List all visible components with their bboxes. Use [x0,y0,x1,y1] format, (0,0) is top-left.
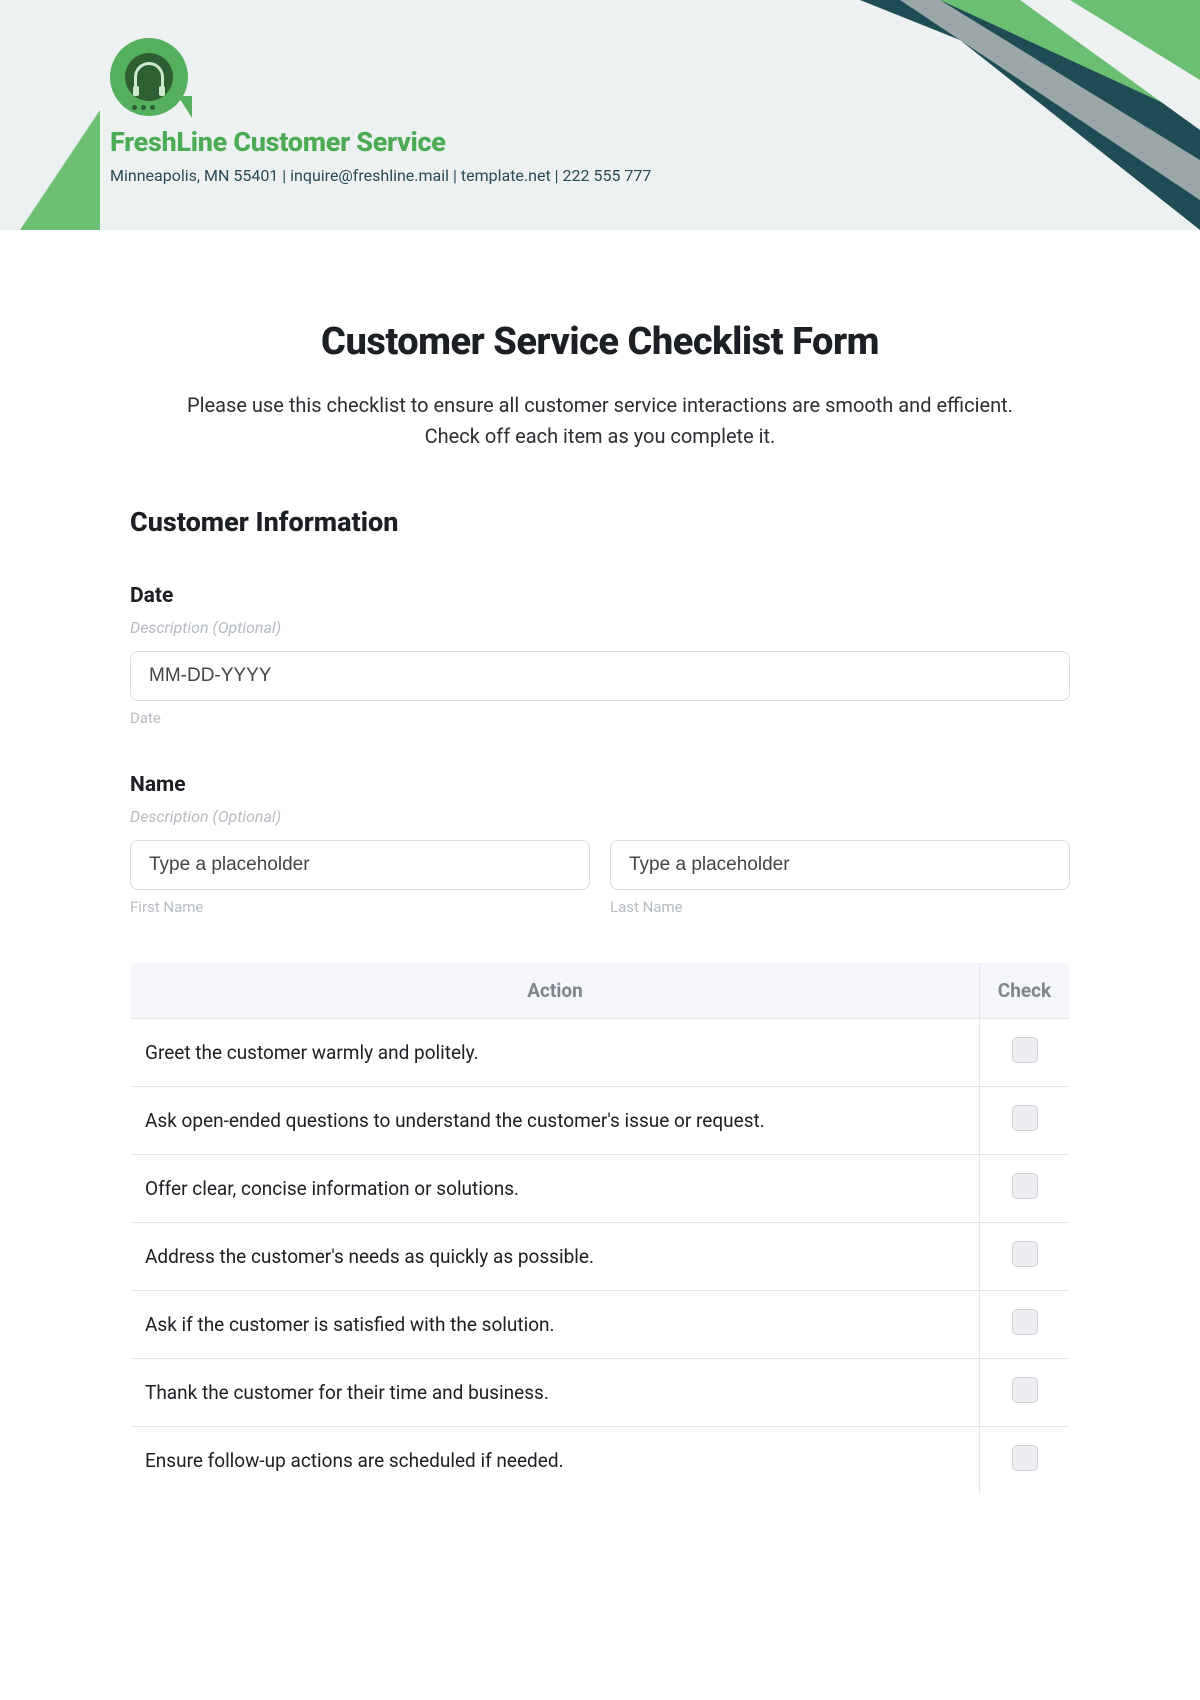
date-label: Date [130,584,1070,608]
check-cell [980,1291,1070,1359]
checklist-body: Greet the customer warmly and politely.A… [131,1019,1070,1495]
check-cell [980,1359,1070,1427]
checkbox[interactable] [1012,1105,1038,1131]
date-desc: Description (Optional) [130,618,1070,637]
check-cell [980,1427,1070,1495]
checkbox[interactable] [1012,1037,1038,1063]
checkbox[interactable] [1012,1241,1038,1267]
first-name-input[interactable] [130,840,590,890]
last-name-sublabel: Last Name [610,898,1070,916]
action-cell: Ask open-ended questions to understand t… [131,1087,980,1155]
table-row: Offer clear, concise information or solu… [131,1155,1070,1223]
date-input[interactable] [130,651,1070,701]
table-row: Greet the customer warmly and politely. [131,1019,1070,1087]
section-customer-info: Customer Information [130,506,1070,538]
last-name-input[interactable] [610,840,1070,890]
checklist-table: Action Check Greet the customer warmly a… [130,962,1070,1495]
field-date: Date Description (Optional) Date [130,584,1070,727]
form-title: Customer Service Checklist Form [130,320,1070,364]
table-row: Ask open-ended questions to understand t… [131,1087,1070,1155]
checkbox[interactable] [1012,1173,1038,1199]
logo-icon [110,38,188,116]
decorative-shapes [600,0,1200,230]
field-name: Name Description (Optional) First Name L… [130,773,1070,916]
table-row: Thank the customer for their time and bu… [131,1359,1070,1427]
action-cell: Thank the customer for their time and bu… [131,1359,980,1427]
check-cell [980,1087,1070,1155]
col-check-header: Check [980,963,1070,1019]
action-cell: Offer clear, concise information or solu… [131,1155,980,1223]
action-cell: Address the customer's needs as quickly … [131,1223,980,1291]
logo-block: FreshLine Customer Service Minneapolis, … [110,38,651,185]
table-row: Ensure follow-up actions are scheduled i… [131,1427,1070,1495]
checkbox[interactable] [1012,1377,1038,1403]
page-body: Customer Service Checklist Form Please u… [0,230,1200,1535]
col-action-header: Action [131,963,980,1019]
action-cell: Greet the customer warmly and politely. [131,1019,980,1087]
brand-name: FreshLine Customer Service [110,126,651,158]
check-cell [980,1223,1070,1291]
table-row: Ask if the customer is satisfied with th… [131,1291,1070,1359]
decorative-triangle [0,110,100,230]
check-cell [980,1019,1070,1087]
check-cell [980,1155,1070,1223]
action-cell: Ask if the customer is satisfied with th… [131,1291,980,1359]
name-label: Name [130,773,1070,797]
action-cell: Ensure follow-up actions are scheduled i… [131,1427,980,1495]
name-desc: Description (Optional) [130,807,1070,826]
header-band: FreshLine Customer Service Minneapolis, … [0,0,1200,230]
brand-contact-line: Minneapolis, MN 55401 | inquire@freshlin… [110,166,651,185]
table-row: Address the customer's needs as quickly … [131,1223,1070,1291]
form-intro: Please use this checklist to ensure all … [170,390,1030,452]
checkbox[interactable] [1012,1309,1038,1335]
date-sublabel: Date [130,709,1070,727]
checkbox[interactable] [1012,1445,1038,1471]
first-name-sublabel: First Name [130,898,590,916]
